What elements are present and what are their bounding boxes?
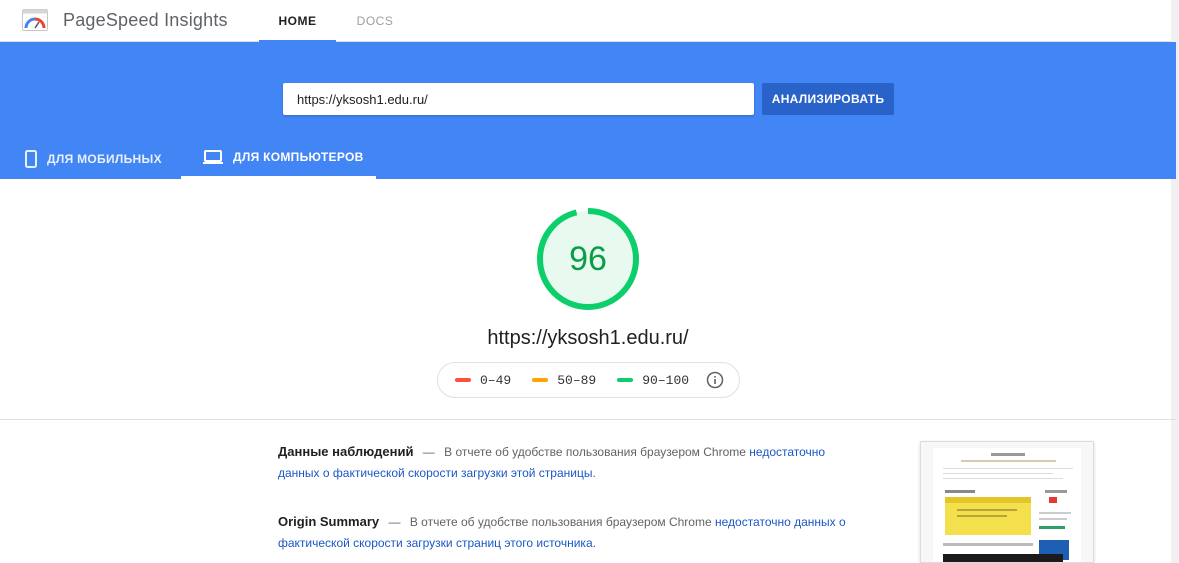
tab-mobile-label: ДЛЯ МОБИЛЬНЫХ [47,151,162,166]
performance-score: 96 [569,240,607,278]
smartphone-icon [25,149,37,168]
laptop-icon [203,150,223,164]
field-data-text: В отчете об удобстве пользования браузер… [444,445,746,459]
legend-good: 90–100 [617,373,689,388]
analyze-button[interactable]: АНАЛИЗИРОВАТЬ [762,83,894,115]
legend-average-range: 50–89 [557,372,597,388]
legend-poor-range: 0–49 [480,372,512,388]
info-icon[interactable] [706,371,724,389]
nav-tab-docs[interactable]: DOCS [350,0,400,42]
legend-poor: 0–49 [455,373,511,388]
section-divider [0,419,1176,420]
field-data-dash: — [422,445,435,459]
screenshot-preview-image [921,442,1093,562]
pagespeed-logo-icon[interactable] [22,9,48,31]
tab-desktop-label: ДЛЯ КОМПЬЮТЕРОВ [233,150,364,164]
origin-summary-title: Origin Summary [278,514,380,529]
origin-summary-text: В отчете об удобстве пользования браузер… [409,515,712,529]
legend-good-range: 90–100 [642,372,690,388]
origin-summary-section: Origin Summary — В отчете об удобстве по… [278,511,868,554]
field-data-section: Данные наблюдений — В отчете об удобстве… [278,441,868,484]
score-legend: 0–49 50–89 90–100 [437,362,740,398]
top-navigation: PageSpeed Insights HOME DOCS [0,0,1179,42]
nav-tab-home[interactable]: HOME [259,0,336,42]
tab-mobile[interactable]: ДЛЯ МОБИЛЬНЫХ [25,138,162,179]
page-screenshot-thumbnail [920,441,1094,563]
legend-average-swatch [532,378,549,382]
field-data-title: Данные наблюдений [278,444,414,459]
app-title[interactable]: PageSpeed Insights [63,10,228,31]
url-input[interactable] [283,83,754,115]
legend-good-swatch [617,378,634,382]
tab-desktop[interactable]: ДЛЯ КОМПЬЮТЕРОВ [181,138,376,179]
origin-summary-dash: — [388,515,401,529]
legend-average: 50–89 [532,373,596,388]
search-hero: АНАЛИЗИРОВАТЬ ДЛЯ МОБИЛЬНЫХ ДЛЯ КОМПЬЮТЕ… [0,42,1176,179]
legend-poor-swatch [455,378,471,382]
result-url: https://yksosh1.edu.ru/ [487,327,689,349]
